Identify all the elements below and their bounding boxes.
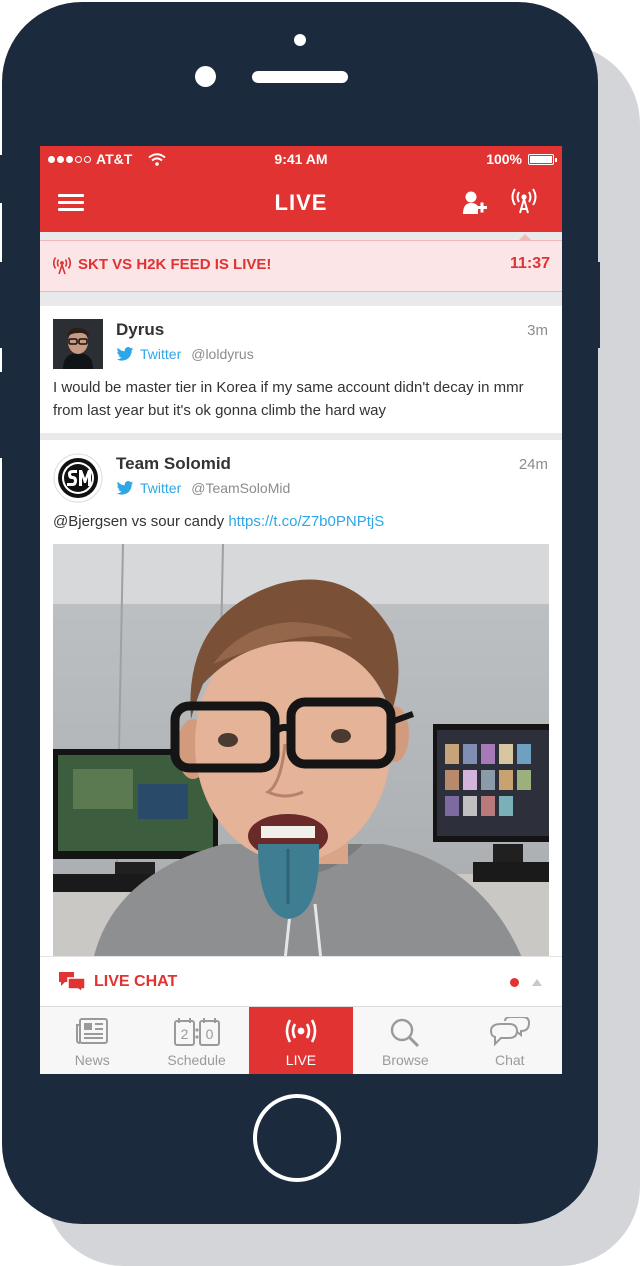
clock: 9:41 AM bbox=[274, 151, 328, 167]
banner-timer: 11:37 bbox=[509, 255, 550, 272]
app-screen: AT&T 9:41 AM 100% LIVE SKT VS H2K FEED I… bbox=[40, 146, 562, 1074]
chat-bubbles-icon bbox=[59, 972, 86, 993]
tweet-time: 3m bbox=[527, 322, 548, 339]
calendar-icon: 2 0 bbox=[173, 1018, 220, 1046]
tweet-handle[interactable]: @TeamSoloMid bbox=[191, 480, 290, 496]
earpiece-speaker bbox=[252, 71, 348, 83]
unread-indicator bbox=[510, 978, 519, 987]
twitter-bird-icon bbox=[116, 480, 134, 495]
status-bar: AT&T 9:41 AM 100% bbox=[40, 146, 562, 172]
tab-browse[interactable]: Browse bbox=[353, 1007, 457, 1074]
front-camera bbox=[294, 34, 306, 46]
tweet-card[interactable]: Team Solomid Twitter @TeamSoloMid 24m @B… bbox=[40, 440, 562, 960]
tab-chat[interactable]: Chat bbox=[458, 1007, 562, 1074]
tab-live[interactable]: LIVE bbox=[248, 1007, 354, 1074]
side-button-mute bbox=[0, 155, 4, 203]
tweet-author: Dyrus bbox=[116, 320, 165, 339]
tweet-text: @Bjergsen vs sour candy https://t.co/Z7b… bbox=[53, 510, 549, 533]
twitter-bird-icon bbox=[116, 346, 134, 361]
tweet-handle[interactable]: @loldyrus bbox=[191, 346, 253, 362]
banner-text: SKT VS H2K FEED IS LIVE! bbox=[78, 256, 272, 273]
tab-label: Browse bbox=[382, 1052, 429, 1068]
tab-label: LIVE bbox=[285, 1052, 317, 1068]
newspaper-icon bbox=[76, 1018, 109, 1044]
side-button-power bbox=[594, 262, 600, 348]
live-chat-bar[interactable]: LIVE CHAT bbox=[40, 956, 562, 1006]
live-chat-label: LIVE CHAT bbox=[94, 973, 178, 990]
calendar-digit: 0 bbox=[205, 1026, 213, 1042]
tab-news[interactable]: News bbox=[40, 1007, 144, 1074]
tab-label: News bbox=[74, 1052, 110, 1068]
tweet-time: 24m bbox=[518, 456, 548, 473]
nav-bar: LIVE bbox=[40, 172, 562, 232]
tab-label: Chat bbox=[494, 1052, 525, 1068]
expand-chat-arrow[interactable] bbox=[532, 979, 542, 986]
tweet-author: Team Solomid bbox=[116, 454, 231, 473]
add-user-icon[interactable] bbox=[460, 190, 488, 216]
home-button[interactable] bbox=[253, 1094, 341, 1182]
live-feed-banner[interactable]: SKT VS H2K FEED IS LIVE! 11:37 bbox=[40, 240, 562, 292]
broadcast-icon[interactable] bbox=[510, 188, 538, 214]
tab-label: Schedule bbox=[167, 1052, 226, 1068]
battery-icon bbox=[528, 153, 557, 165]
chat-bubbles-icon bbox=[489, 1017, 530, 1047]
tweet-source: Twitter bbox=[140, 346, 182, 362]
tweet-text: I would be master tier in Korea if my sa… bbox=[53, 379, 524, 419]
search-icon bbox=[391, 1018, 420, 1048]
battery-percent: 100% bbox=[486, 151, 522, 167]
tab-schedule[interactable]: 2 0 Schedule bbox=[144, 1007, 248, 1074]
avatar bbox=[53, 453, 103, 503]
side-button-volume-down bbox=[0, 372, 4, 458]
broadcast-icon bbox=[285, 1019, 317, 1043]
side-button-volume-up bbox=[0, 262, 4, 348]
tweet-source: Twitter bbox=[140, 480, 182, 496]
avatar bbox=[53, 319, 103, 369]
tab-bar: News 2 0 Schedule LIVE Browse Chat bbox=[40, 1006, 562, 1074]
calendar-digit: 2 bbox=[180, 1026, 188, 1042]
tweet-link[interactable]: https://t.co/Z7b0PNPtjS bbox=[228, 513, 384, 530]
selfie-photo-illustration bbox=[53, 544, 549, 960]
proximity-sensor bbox=[195, 66, 216, 87]
tweet-text-body: @Bjergsen vs sour candy bbox=[53, 513, 229, 530]
broadcast-icon bbox=[52, 257, 72, 275]
tweet-photo[interactable] bbox=[53, 544, 549, 960]
tweet-card[interactable]: Dyrus Twitter @loldyrus 3m I would be ma… bbox=[40, 306, 562, 433]
